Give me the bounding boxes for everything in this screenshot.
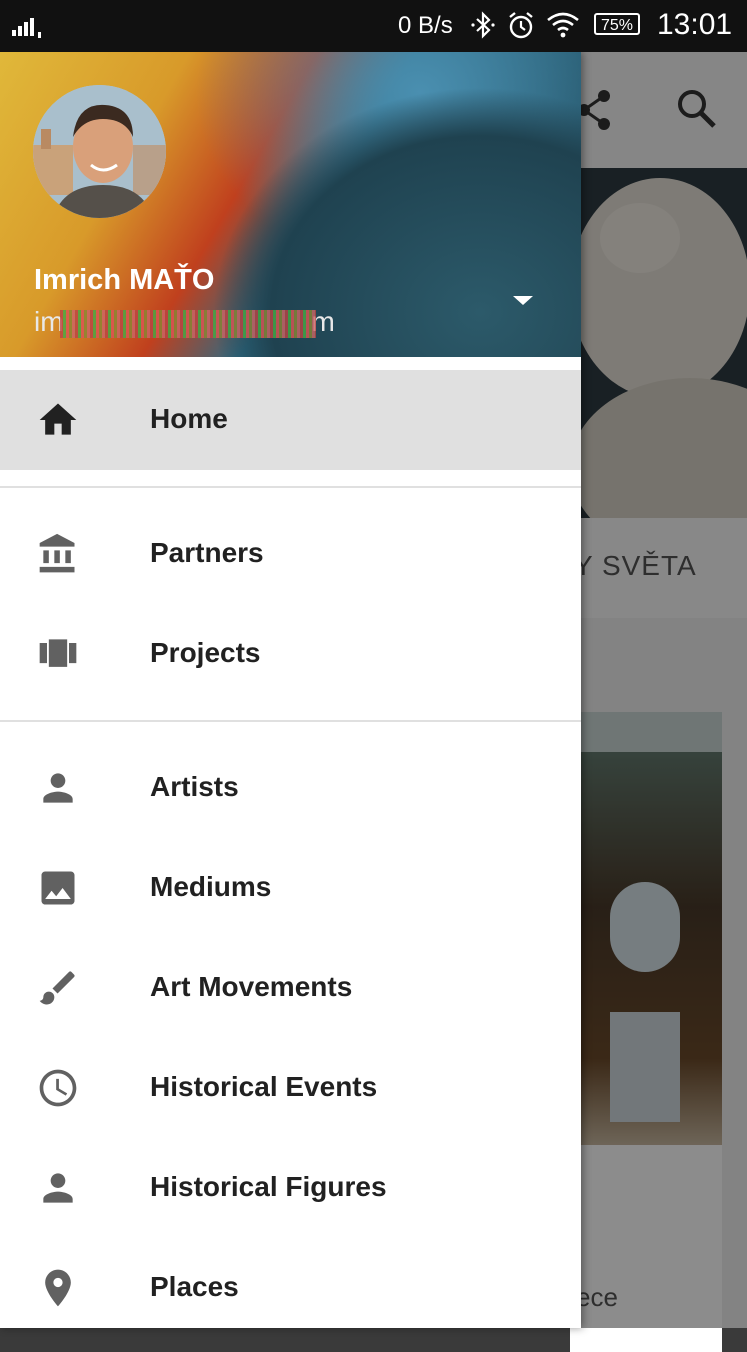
nav-item-label: Art Movements [150, 971, 353, 1002]
nav-item-label: Historical Figures [150, 1171, 387, 1202]
nav-item-artists[interactable]: Artists [0, 738, 581, 838]
navigation-drawer: Imrich MAŤO imm Home Partners Projects [0, 52, 581, 1328]
image-icon [36, 866, 80, 910]
nav-item-partners[interactable]: Partners [0, 504, 581, 604]
user-name: Imrich MAŤO [34, 264, 215, 296]
brush-icon [36, 966, 80, 1010]
nav-item-historical-figures[interactable]: Historical Figures [0, 1138, 581, 1238]
nav-item-label: Places [150, 1271, 239, 1302]
nav-item-label: Partners [150, 537, 264, 568]
nav-item-projects[interactable]: Projects [0, 604, 581, 704]
clock-time: 13:01 [657, 8, 733, 41]
nav-list: Home Partners Projects Artists Mediums A… [0, 370, 581, 1328]
nav-item-label: Artists [150, 771, 239, 802]
nav-item-mediums[interactable]: Mediums [0, 838, 581, 938]
nav-item-home[interactable]: Home [0, 370, 581, 470]
nav-item-label: Mediums [150, 871, 272, 902]
wifi-icon [546, 12, 580, 43]
redacted-email-part [59, 309, 316, 338]
home-icon [36, 398, 80, 442]
clock-icon [36, 1066, 80, 1110]
network-speed: 0 B/s [398, 12, 453, 39]
bank-icon [36, 532, 80, 576]
view-carousel-icon [36, 632, 80, 676]
place-icon [36, 1266, 80, 1310]
nav-item-label: Projects [150, 637, 261, 668]
bluetooth-icon [468, 10, 498, 45]
nav-item-places[interactable]: Places [0, 1238, 581, 1328]
nav-item-label: Home [150, 403, 228, 434]
person-icon [36, 1166, 80, 1210]
nav-item-art-movements[interactable]: Art Movements [0, 938, 581, 1038]
status-bar: 0 B/s 75% 13:01 [0, 0, 747, 52]
nav-item-historical-events[interactable]: Historical Events [0, 1038, 581, 1138]
alarm-icon [506, 10, 536, 45]
avatar[interactable] [33, 85, 166, 218]
person-icon [36, 766, 80, 810]
nav-item-label: Historical Events [150, 1071, 378, 1102]
drawer-header: Imrich MAŤO im m [0, 52, 581, 357]
battery-indicator: 75% [594, 13, 640, 35]
signal-icon [12, 14, 46, 43]
account-dropdown-icon[interactable] [510, 292, 536, 308]
user-email: im m [34, 306, 335, 338]
